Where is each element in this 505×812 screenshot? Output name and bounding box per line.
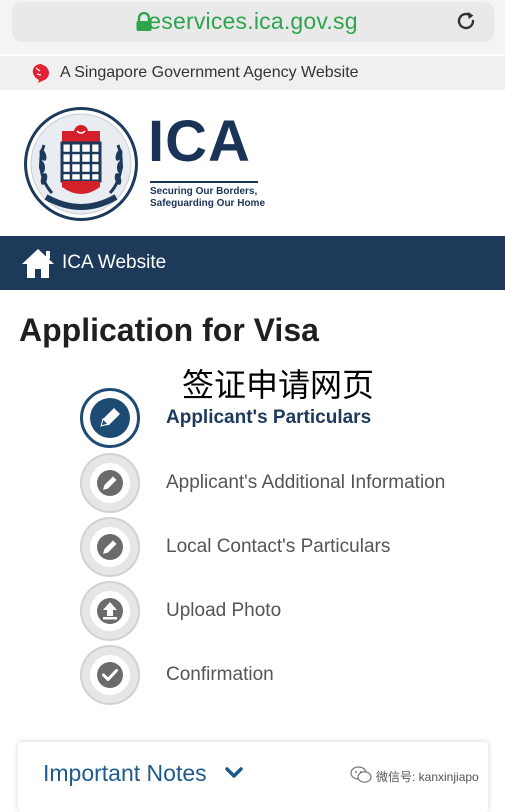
step-5-badge — [80, 645, 140, 705]
browser-bar: eservices.ica.gov.sg — [0, 0, 505, 54]
pencil-icon — [97, 534, 123, 560]
tagline-line-2: Safeguarding Our Home — [150, 198, 266, 209]
step-2-label: Applicant's Additional Information — [166, 472, 446, 493]
step-local-contact[interactable]: Local Contact's Particulars — [0, 517, 505, 577]
wechat-icon — [350, 766, 372, 783]
url-text: eservices.ica.gov.sg — [148, 8, 358, 34]
gov-banner-text: A Singapore Government Agency Website — [60, 64, 359, 81]
address-bar[interactable]: eservices.ica.gov.sg — [12, 2, 494, 42]
logo-tagline: Securing Our Borders, Safeguarding Our H… — [150, 186, 265, 210]
lion-head-icon — [32, 64, 49, 83]
important-notes-title[interactable]: Important Notes — [43, 760, 207, 787]
ica-website-link[interactable]: ICA Website — [62, 252, 166, 274]
tagline-line-1: Securing Our Borders, — [150, 186, 258, 197]
check-icon — [97, 662, 123, 688]
reload-icon[interactable] — [454, 9, 478, 33]
home-icon — [22, 249, 54, 278]
pencil-icon — [97, 470, 123, 496]
step-applicants-particulars[interactable]: Applicant's Particulars — [0, 388, 505, 448]
step-3-label: Local Contact's Particulars — [166, 536, 391, 557]
step-additional-information[interactable]: Applicant's Additional Information — [0, 453, 505, 513]
header-logo-area: ICA Securing Our Borders, Safeguarding O… — [0, 90, 505, 236]
step-1-label: Applicant's Particulars — [166, 407, 372, 428]
step-4-badge — [80, 581, 140, 641]
page-title: Application for Visa — [19, 312, 319, 348]
pencil-icon — [100, 408, 120, 427]
watermark-text: 微信号: kanxinjiapo — [376, 770, 479, 784]
upload-icon — [97, 598, 123, 624]
step-2-badge — [80, 453, 140, 513]
step-upload-photo[interactable]: Upload Photo — [0, 581, 505, 641]
ica-website-nav[interactable]: ICA Website — [0, 236, 505, 290]
chevron-down-icon[interactable] — [225, 766, 243, 780]
step-4-label: Upload Photo — [166, 600, 282, 621]
step-5-label: Confirmation — [166, 664, 274, 685]
gov-banner: A Singapore Government Agency Website — [0, 56, 505, 90]
step-1-badge — [80, 388, 140, 448]
logo-divider — [150, 181, 258, 183]
step-3-badge — [80, 517, 140, 577]
ica-crest-icon — [24, 107, 138, 221]
step-confirmation[interactable]: Confirmation — [0, 645, 505, 705]
ica-logo-title: ICA — [148, 109, 251, 174]
